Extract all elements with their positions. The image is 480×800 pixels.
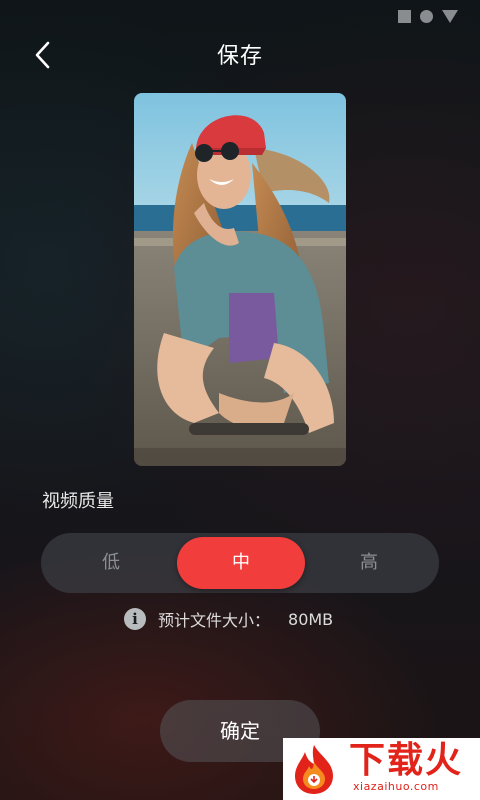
watermark-url: xiazaihuo.com	[353, 780, 439, 793]
quality-option-high[interactable]: 高	[299, 533, 439, 593]
quality-label: 视频质量	[42, 491, 114, 512]
triangle-icon	[442, 9, 458, 23]
status-bar	[398, 6, 458, 26]
watermark-logo: 下载火 xiazaihuo.com	[283, 738, 480, 800]
file-size-label: 预计文件大小：	[158, 611, 271, 630]
quality-option-medium[interactable]: 中	[177, 537, 305, 589]
quality-selector: 低 中 高	[41, 533, 439, 593]
info-icon: i	[124, 608, 146, 630]
file-size-value: 80MB	[288, 609, 334, 629]
quality-option-low[interactable]: 低	[41, 533, 181, 593]
video-preview-image	[134, 93, 346, 466]
circle-icon	[420, 9, 433, 23]
square-icon	[398, 9, 411, 23]
watermark-brand: 下载火	[349, 740, 464, 781]
file-size-row: i 预计文件大小： 80MB	[124, 607, 333, 631]
page-title: 保存	[216, 44, 263, 69]
flame-icon	[295, 745, 333, 794]
